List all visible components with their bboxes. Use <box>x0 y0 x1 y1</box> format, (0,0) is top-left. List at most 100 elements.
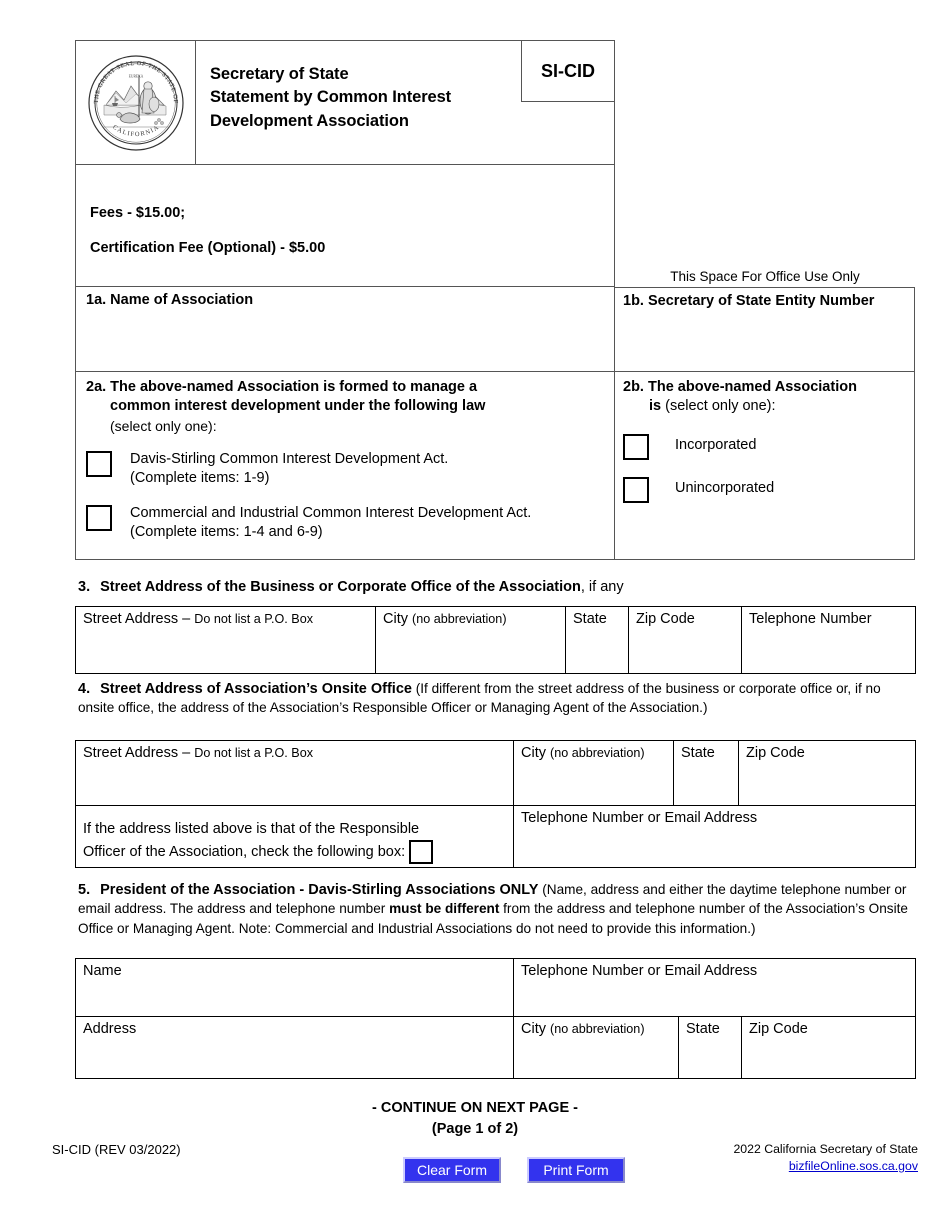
option-unincorporated-label: Unincorporated <box>675 480 775 497</box>
checkbox-commercial-industrial-icon[interactable] <box>86 504 112 531</box>
label-1b: 1b. Secretary of State Entity Number <box>623 293 875 309</box>
col-state: State <box>573 611 607 627</box>
continue-line-2: (Page 1 of 2) <box>431 1121 519 1138</box>
cell-onsite-zip[interactable]: Zip Code <box>738 740 917 806</box>
label-2b-select: (select only one): <box>661 398 776 415</box>
checkbox-incorporated-icon[interactable] <box>623 433 649 460</box>
field-association-name[interactable]: 1a. Name of Association <box>75 287 615 372</box>
table-business-address: Street Address – Do not list a P.O. Box … <box>75 606 916 674</box>
california-state-seal-icon: THE GREAT SEAL OF THE STATE OF CALIFORNI… <box>87 54 184 151</box>
form-code-box: SI-CID <box>521 40 615 102</box>
col-onsite-city-main: City <box>521 745 551 761</box>
col-president-zip: Zip Code <box>749 1021 808 1037</box>
cell-president-address[interactable]: Address <box>75 1016 514 1079</box>
section-3-title-suffix: , if any <box>580 579 624 595</box>
cell-telephone[interactable]: Telephone Number <box>741 606 916 674</box>
label-2a: 2a. The above-named Association is forme… <box>86 378 614 435</box>
section-3-title: Street Address of the Business or Corpor… <box>100 579 581 595</box>
col-president-name: Name <box>83 963 122 979</box>
cell-street-address[interactable]: Street Address – Do not list a P.O. Box <box>75 606 376 674</box>
col-zip: Zip Code <box>636 611 695 627</box>
cell-city[interactable]: City (no abbreviation) <box>375 606 566 674</box>
certification-fee: Certification Fee (Optional) - $5.00 <box>90 240 326 256</box>
option-unincorporated[interactable]: Unincorporated <box>623 476 914 503</box>
label-2a-line2: common interest development under the fo… <box>110 398 486 415</box>
option-commercial-industrial-line2: (Complete items: 1-4 and 6-9) <box>130 524 323 541</box>
section-5-number: 5. <box>78 882 91 898</box>
cell-president-contact[interactable]: Telephone Number or Email Address <box>512 958 917 1017</box>
col-onsite-zip: Zip Code <box>746 745 805 761</box>
table-row: If the address listed above is that of t… <box>74 805 917 868</box>
responsible-officer-line1: If the address listed above is that of t… <box>83 821 420 837</box>
title-line-3: Development Association <box>210 111 409 130</box>
cell-onsite-street-address[interactable]: Street Address – Do not list a P.O. Box <box>74 740 515 806</box>
field-entity-number[interactable]: 1b. Secretary of State Entity Number <box>614 287 915 372</box>
option-davis-stirling-line2: (Complete items: 1-9) <box>130 470 270 487</box>
col-city-note: (no abbreviation) <box>412 612 507 626</box>
section-3-heading: 3. Street Address of the Business or Cor… <box>78 578 938 597</box>
cell-president-name[interactable]: Name <box>75 958 514 1017</box>
col-president-city-note: (no abbreviation) <box>550 1022 645 1036</box>
col-street-address-note: Do not list a P.O. Box <box>194 612 314 626</box>
cell-state[interactable]: State <box>565 606 629 674</box>
bizfile-link[interactable]: bizfileOnline.sos.ca.gov <box>789 1159 918 1173</box>
seal-cell: THE GREAT SEAL OF THE STATE OF CALIFORNI… <box>76 41 196 164</box>
cell-responsible-officer-check[interactable]: If the address listed above is that of t… <box>74 805 515 868</box>
col-onsite-street-main: Street Address – <box>83 745 195 761</box>
form-page: THE GREAT SEAL OF THE STATE OF CALIFORNI… <box>0 0 950 1230</box>
option-commercial-industrial[interactable]: Commercial and Industrial Common Interes… <box>86 504 614 543</box>
label-2b-line1: 2b. The above-named Association <box>623 379 857 395</box>
table-president: Name Telephone Number or Email Address A… <box>75 958 917 1079</box>
section-3-number: 3. <box>78 579 91 595</box>
print-form-button[interactable]: Print Form <box>527 1157 625 1183</box>
fee-amount: Fees - $15.00; <box>90 205 186 221</box>
cell-zip[interactable]: Zip Code <box>628 606 742 674</box>
table-row: Address City (no abbreviation) State Zip… <box>75 1016 917 1079</box>
col-onsite-contact: Telephone Number or Email Address <box>521 810 758 826</box>
checkbox-unincorporated-icon[interactable] <box>623 476 649 503</box>
section-4-heading: 4. Street Address of Association’s Onsit… <box>78 680 916 719</box>
cell-onsite-state[interactable]: State <box>673 740 740 806</box>
col-telephone: Telephone Number <box>749 611 872 627</box>
svg-text:EUREKA: EUREKA <box>128 74 143 78</box>
col-president-contact: Telephone Number or Email Address <box>521 963 758 979</box>
table-row: Street Address – Do not list a P.O. Box … <box>74 740 917 806</box>
cell-president-city[interactable]: City (no abbreviation) <box>513 1016 679 1079</box>
checkbox-responsible-officer-icon[interactable] <box>409 840 434 865</box>
option-davis-stirling[interactable]: Davis-Stirling Common Interest Developme… <box>86 450 614 489</box>
copyright-block: 2022 California Secretary of State bizfi… <box>733 1141 918 1174</box>
question-2b: 2b. The above-named Association is (sele… <box>614 372 915 560</box>
cell-president-zip[interactable]: Zip Code <box>740 1016 917 1079</box>
office-use-note: This Space For Office Use Only <box>670 269 860 284</box>
option-davis-stirling-label: Davis-Stirling Common Interest Developme… <box>130 450 448 489</box>
copyright-text: 2022 California Secretary of State <box>733 1142 918 1156</box>
option-commercial-industrial-line1: Commercial and Industrial Common Interes… <box>130 504 532 521</box>
col-president-address: Address <box>83 1021 137 1037</box>
cell-onsite-city[interactable]: City (no abbreviation) <box>513 740 675 806</box>
table-onsite-office: Street Address – Do not list a P.O. Box … <box>74 740 917 868</box>
section-4-number: 4. <box>78 681 91 697</box>
cell-onsite-contact[interactable]: Telephone Number or Email Address <box>513 805 917 868</box>
continue-notice: - CONTINUE ON NEXT PAGE - (Page 1 of 2) <box>0 1098 950 1140</box>
label-2a-line1: 2a. The above-named Association is forme… <box>86 379 478 395</box>
option-davis-stirling-line1: Davis-Stirling Common Interest Developme… <box>130 451 449 468</box>
section-5-heading: 5. President of the Association - Davis-… <box>78 881 918 939</box>
col-onsite-city-note: (no abbreviation) <box>550 746 645 760</box>
label-2b-is: is <box>649 398 662 415</box>
table-row: Name Telephone Number or Email Address <box>75 958 917 1017</box>
label-2b-line2: is (select only one): <box>623 397 914 416</box>
option-incorporated[interactable]: Incorporated <box>623 433 914 460</box>
cell-president-state[interactable]: State <box>678 1016 742 1079</box>
form-revision: SI-CID (REV 03/2022) <box>52 1142 181 1157</box>
question-2a: 2a. The above-named Association is forme… <box>75 372 615 560</box>
option-commercial-industrial-label: Commercial and Industrial Common Interes… <box>130 504 531 543</box>
col-onsite-street-note: Do not list a P.O. Box <box>194 746 314 760</box>
option-incorporated-label: Incorporated <box>675 437 757 454</box>
col-city-main: City <box>383 611 412 627</box>
checkbox-davis-stirling-icon[interactable] <box>86 451 112 478</box>
label-1a: 1a. Name of Association <box>86 292 254 308</box>
col-street-address-main: Street Address – <box>83 611 195 627</box>
clear-form-button[interactable]: Clear Form <box>403 1157 501 1183</box>
section-4-title: Street Address of Association’s Onsite O… <box>100 681 412 697</box>
section-5-para-emphasis: must be different <box>389 901 500 917</box>
